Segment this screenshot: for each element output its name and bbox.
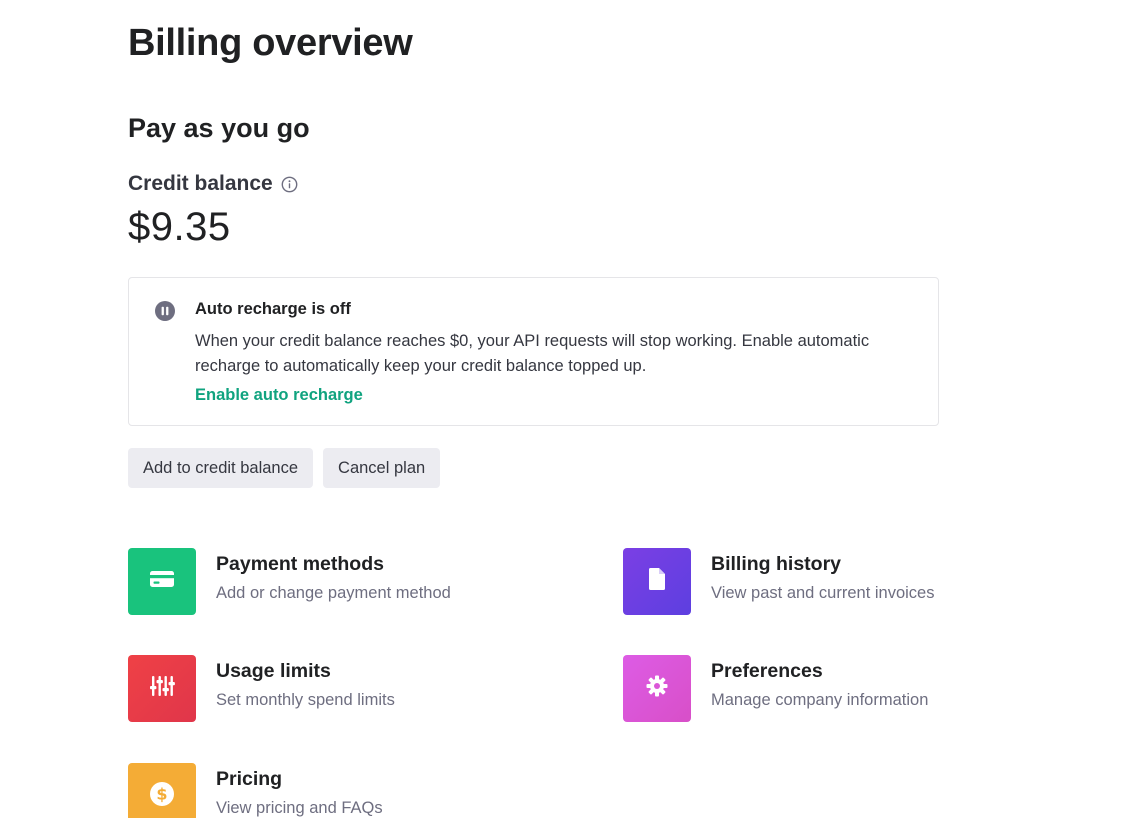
tile-billing-history[interactable]: Billing history View past and current in… [623, 548, 934, 615]
tile-icon-bg [128, 548, 196, 615]
credit-balance-amount: $9.35 [128, 205, 231, 249]
tile-text: Payment methods Add or change payment me… [216, 548, 451, 603]
sliders-icon [149, 674, 175, 703]
tile-title: Billing history [711, 553, 842, 575]
tile-usage-limits[interactable]: Usage limits Set monthly spend limits [128, 655, 395, 722]
document-icon [647, 567, 667, 596]
tile-description: Set monthly spend limits [216, 691, 395, 709]
gear-icon [645, 674, 669, 703]
tile-title: Payment methods [216, 553, 384, 575]
cancel-plan-button[interactable]: Cancel plan [323, 448, 441, 488]
plan-title: Pay as you go [128, 113, 310, 143]
notice-title: Auto recharge is off [195, 300, 351, 318]
enable-auto-recharge-link[interactable]: Enable auto recharge [195, 386, 363, 405]
tile-pricing[interactable]: $ Pricing View pricing and FAQs [128, 763, 383, 818]
add-to-credit-balance-button[interactable]: Add to credit balance [128, 448, 314, 488]
page-title: Billing overview [128, 22, 413, 64]
billing-page: Billing overview Pay as you go Credit ba… [0, 0, 1128, 818]
dollar-coin-icon: $ [149, 781, 175, 812]
tile-title: Preferences [711, 660, 823, 682]
tile-description: View past and current invoices [711, 584, 935, 602]
tile-icon-bg: $ [128, 763, 196, 818]
tile-description: Add or change payment method [216, 584, 451, 602]
tile-text: Billing history View past and current in… [711, 548, 934, 603]
tile-icon-bg [623, 548, 691, 615]
auto-recharge-notice: Auto recharge is off When your credit ba… [128, 277, 939, 426]
credit-balance-label: Credit balance [128, 172, 273, 195]
tile-title: Usage limits [216, 660, 331, 682]
tile-description: View pricing and FAQs [216, 799, 383, 817]
tile-icon-bg [623, 655, 691, 722]
info-icon[interactable] [281, 176, 298, 193]
tile-preferences[interactable]: Preferences Manage company information [623, 655, 928, 722]
credit-balance-header: Credit balance [128, 172, 298, 196]
tile-icon-bg [128, 655, 196, 722]
tile-text: Pricing View pricing and FAQs [216, 763, 383, 818]
credit-card-icon [149, 569, 175, 594]
notice-body: When your credit balance reaches $0, you… [195, 332, 870, 375]
tile-text: Usage limits Set monthly spend limits [216, 655, 395, 710]
pause-circle-icon [154, 300, 176, 322]
tile-title: Pricing [216, 768, 283, 790]
svg-text:$: $ [156, 785, 167, 804]
tile-description: Manage company information [711, 691, 929, 709]
tile-payment-methods[interactable]: Payment methods Add or change payment me… [128, 548, 451, 615]
tile-text: Preferences Manage company information [711, 655, 928, 710]
plan-actions: Add to credit balance Cancel plan [128, 448, 441, 488]
